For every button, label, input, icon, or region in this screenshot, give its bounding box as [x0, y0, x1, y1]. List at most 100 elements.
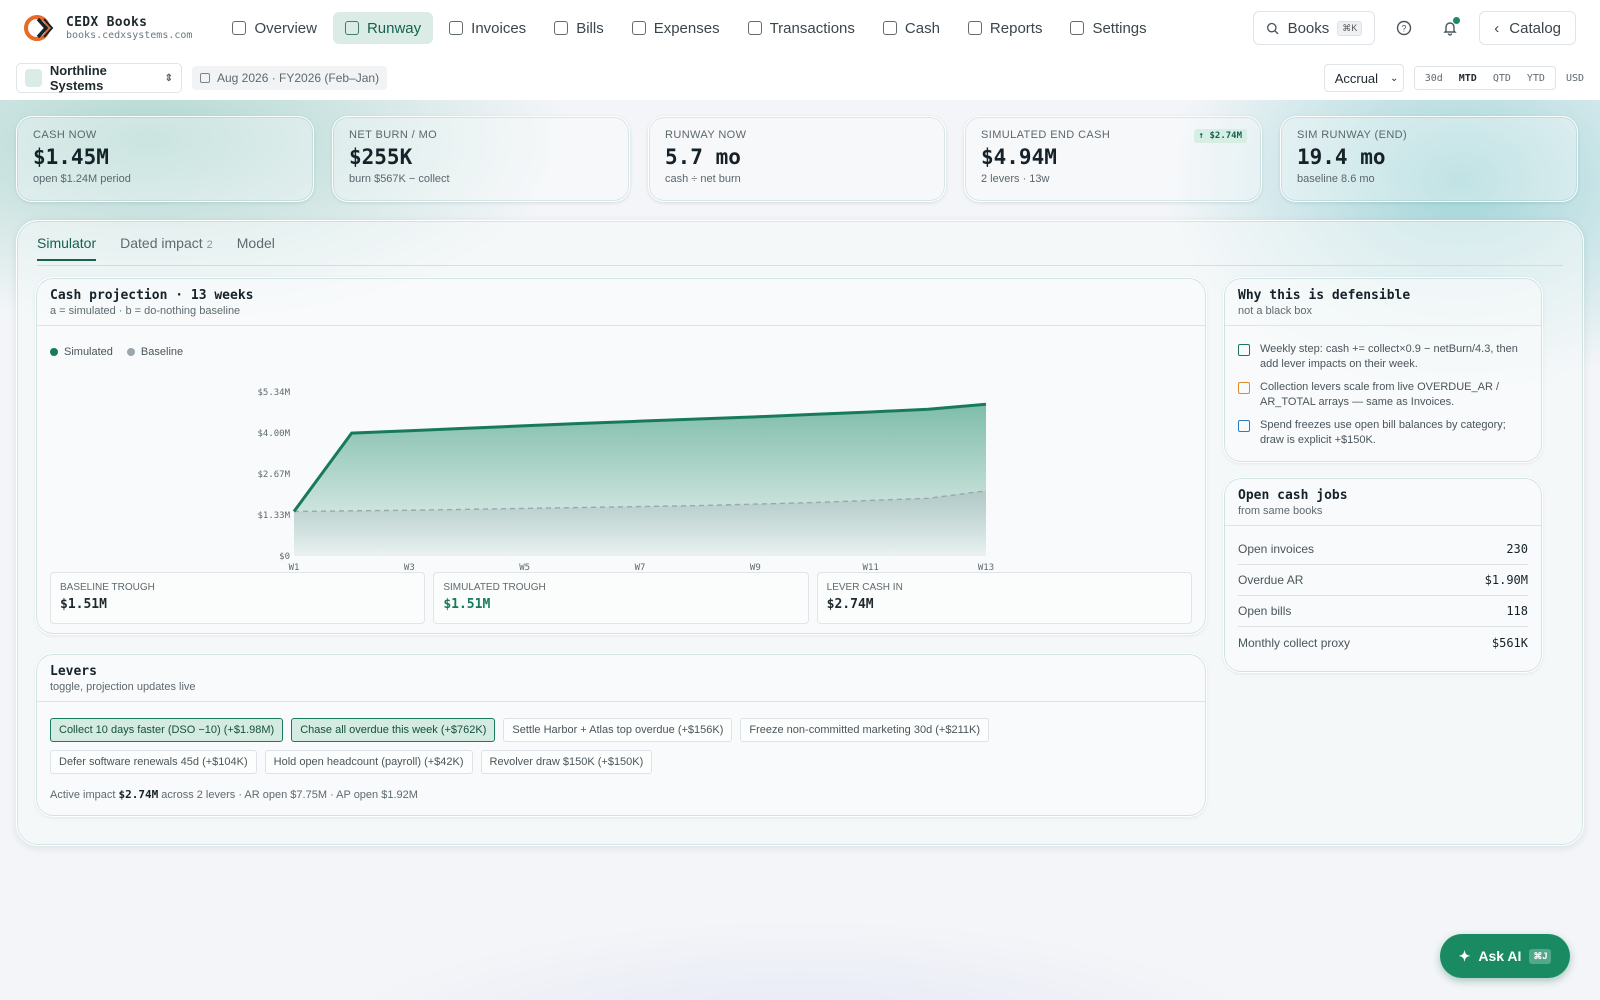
kpi-card: Cash now $1.45M open $1.24M period — [16, 116, 314, 202]
job-row[interactable]: Monthly collect proxy $561K — [1238, 627, 1528, 658]
period-chip[interactable]: Aug 2026 · FY2026 (Feb–Jan) — [192, 66, 388, 90]
entity-selector[interactable]: Northline Systems ⇕ — [16, 63, 182, 93]
range-mtd[interactable]: MTD — [1451, 73, 1485, 84]
job-value: 118 — [1506, 604, 1528, 618]
levers-title: Levers — [50, 664, 97, 679]
search-label: Books — [1287, 19, 1330, 37]
legend-label: Simulated — [64, 346, 113, 358]
range-30d[interactable]: 30d — [1417, 73, 1451, 84]
gauge-icon — [1238, 382, 1250, 394]
kpi-value: $1.45M — [33, 145, 109, 169]
lever-toggle[interactable]: Revolver draw $150K (+$150K) — [480, 750, 653, 774]
lever-toggle[interactable]: Defer software renewals 45d (+$104K) — [50, 750, 257, 774]
lever-list: Collect 10 days faster (DSO −10) (+$1.98… — [50, 718, 1192, 774]
lever-toggle[interactable]: Freeze non-committed marketing 30d (+$21… — [740, 718, 989, 742]
nav-expenses[interactable]: Expenses — [620, 12, 732, 44]
nav-label: Settings — [1092, 19, 1147, 37]
x-tick-label: W1 — [289, 563, 300, 572]
notification-dot — [1453, 17, 1461, 24]
nav-label: Cash — [904, 19, 940, 37]
active-impact-line: Active impact $2.74M across 2 levers · A… — [50, 788, 418, 801]
grid-icon — [232, 21, 247, 35]
kpi-sub: 2 levers · 13w — [981, 173, 1050, 185]
stat-label: Lever cash in — [826, 582, 903, 593]
tab-label: Dated impact — [120, 235, 203, 251]
legend-swatch — [50, 348, 58, 357]
chevron-left-icon: ‹ — [1494, 19, 1500, 37]
lever-toggle[interactable]: Collect 10 days faster (DSO −10) (+$1.98… — [50, 718, 284, 742]
kpi-sub: cash ÷ net burn — [665, 173, 741, 185]
basis-select[interactable]: Accrual ⌄ — [1323, 64, 1404, 92]
stat-value: $1.51M — [60, 597, 107, 612]
kpi-label: Net burn / mo — [349, 129, 438, 141]
range-qtd[interactable]: QTD — [1485, 73, 1519, 84]
chevron-down-icon: ⌄ — [1390, 72, 1399, 84]
jobs-list: Open invoices 230 Overdue AR $1.90M Open bil… — [1238, 534, 1528, 658]
why-text: Spend freezes use open bill balances by … — [1260, 419, 1506, 446]
nav-invoices[interactable]: Invoices — [437, 12, 538, 44]
search-button[interactable]: Books ⌘K — [1253, 11, 1376, 45]
kpi-value: $255K — [349, 145, 413, 169]
lever-toggle[interactable]: Hold open headcount (payroll) (+$42K) — [264, 750, 473, 774]
legend-swatch — [126, 348, 135, 357]
tab-dated-impact[interactable]: Dated impact 2 — [120, 235, 213, 261]
notifications-button[interactable] — [1433, 11, 1467, 45]
nav-label: Runway — [366, 19, 422, 37]
panel-tabs: Simulator Dated impact 2 Model — [37, 235, 275, 261]
jobs-subtitle: from same books — [1238, 505, 1323, 517]
nav-bills[interactable]: Bills — [542, 12, 616, 44]
levers-subtitle: toggle, projection updates live — [50, 681, 196, 693]
tab-count: 2 — [206, 239, 213, 251]
lever-toggle[interactable]: Chase all overdue this week (+$762K) — [291, 718, 496, 742]
invoice-icon — [449, 21, 464, 35]
nav-reports[interactable]: Reports — [956, 12, 1055, 44]
stat-label: Simulated trough — [443, 582, 546, 593]
x-tick-label: W5 — [519, 563, 530, 572]
gauge-icon — [344, 21, 359, 35]
projection-subtitle: a = simulated · b = do-nothing baseline — [50, 305, 241, 317]
why-text: Weekly step: cash += collect×0.9 − netBu… — [1260, 343, 1518, 370]
range-toggle: 30d MTD QTD YTD — [1413, 66, 1556, 90]
help-button[interactable]: ? — [1387, 11, 1421, 45]
job-value: $561K — [1491, 635, 1528, 650]
nav-runway[interactable]: Runway — [332, 12, 434, 44]
nav-overview[interactable]: Overview — [220, 12, 329, 44]
tab-model[interactable]: Model — [237, 235, 275, 261]
nav-transactions[interactable]: Transactions — [736, 12, 867, 44]
tab-divider — [37, 265, 1563, 266]
lever-toggle[interactable]: Settle Harbor + Atlas top overdue (+$156… — [503, 718, 733, 742]
tab-simulator[interactable]: Simulator — [37, 235, 97, 261]
chevron-updown-icon: ⇕ — [164, 72, 173, 84]
stat-label: Baseline trough — [60, 582, 155, 593]
job-value: $1.90M — [1484, 573, 1528, 587]
job-row[interactable]: Open bills 118 — [1238, 596, 1528, 627]
kpi-label: Sim runway (end) — [1297, 129, 1408, 141]
building-icon — [25, 69, 42, 87]
legend-item: Baseline — [126, 346, 183, 358]
dollar-circle-icon — [554, 21, 569, 35]
why-subtitle: not a black box — [1238, 305, 1312, 317]
cash-projection-chart: $0 $1.33M $2.67M $4.00M $5.34M W1 W3 W5 W7 W9 W11 W… — [257, 388, 994, 572]
job-row[interactable]: Open invoices 230 — [1238, 534, 1528, 565]
jobs-card: Open cash jobs from same books Open invo… — [1223, 477, 1543, 673]
y-tick-label: $1.33M — [257, 511, 290, 521]
projection-card: Cash projection · 13 weeks a = simulated… — [35, 277, 1207, 635]
kpi-row: Cash now $1.45M open $1.24M period Net burn… — [16, 116, 1578, 202]
x-tick-label: W7 — [635, 563, 646, 572]
kpi-sub: open $1.24M period — [33, 173, 131, 185]
ask-ai-label: Ask AI — [1478, 948, 1522, 964]
nav-label: Transactions — [769, 19, 855, 37]
nav-cash[interactable]: Cash — [871, 12, 952, 44]
nav-settings[interactable]: Settings — [1058, 12, 1158, 44]
x-tick-label: W9 — [750, 563, 761, 572]
nav-label: Invoices — [471, 19, 527, 37]
kpi-value: $4.94M — [981, 145, 1057, 169]
projection-stats: Baseline trough $1.51M Simulated trough $1.… — [50, 572, 1192, 624]
range-ytd[interactable]: YTD — [1519, 73, 1553, 84]
x-tick-label: W13 — [978, 563, 994, 572]
catalog-button[interactable]: ‹ Catalog — [1479, 11, 1576, 45]
job-label: Open invoices — [1238, 542, 1315, 556]
ask-ai-button[interactable]: ✦ Ask AI ⌘J — [1440, 934, 1570, 978]
period-label: Aug 2026 · FY2026 (Feb–Jan) — [217, 71, 380, 85]
job-row[interactable]: Overdue AR $1.90M — [1238, 565, 1528, 596]
